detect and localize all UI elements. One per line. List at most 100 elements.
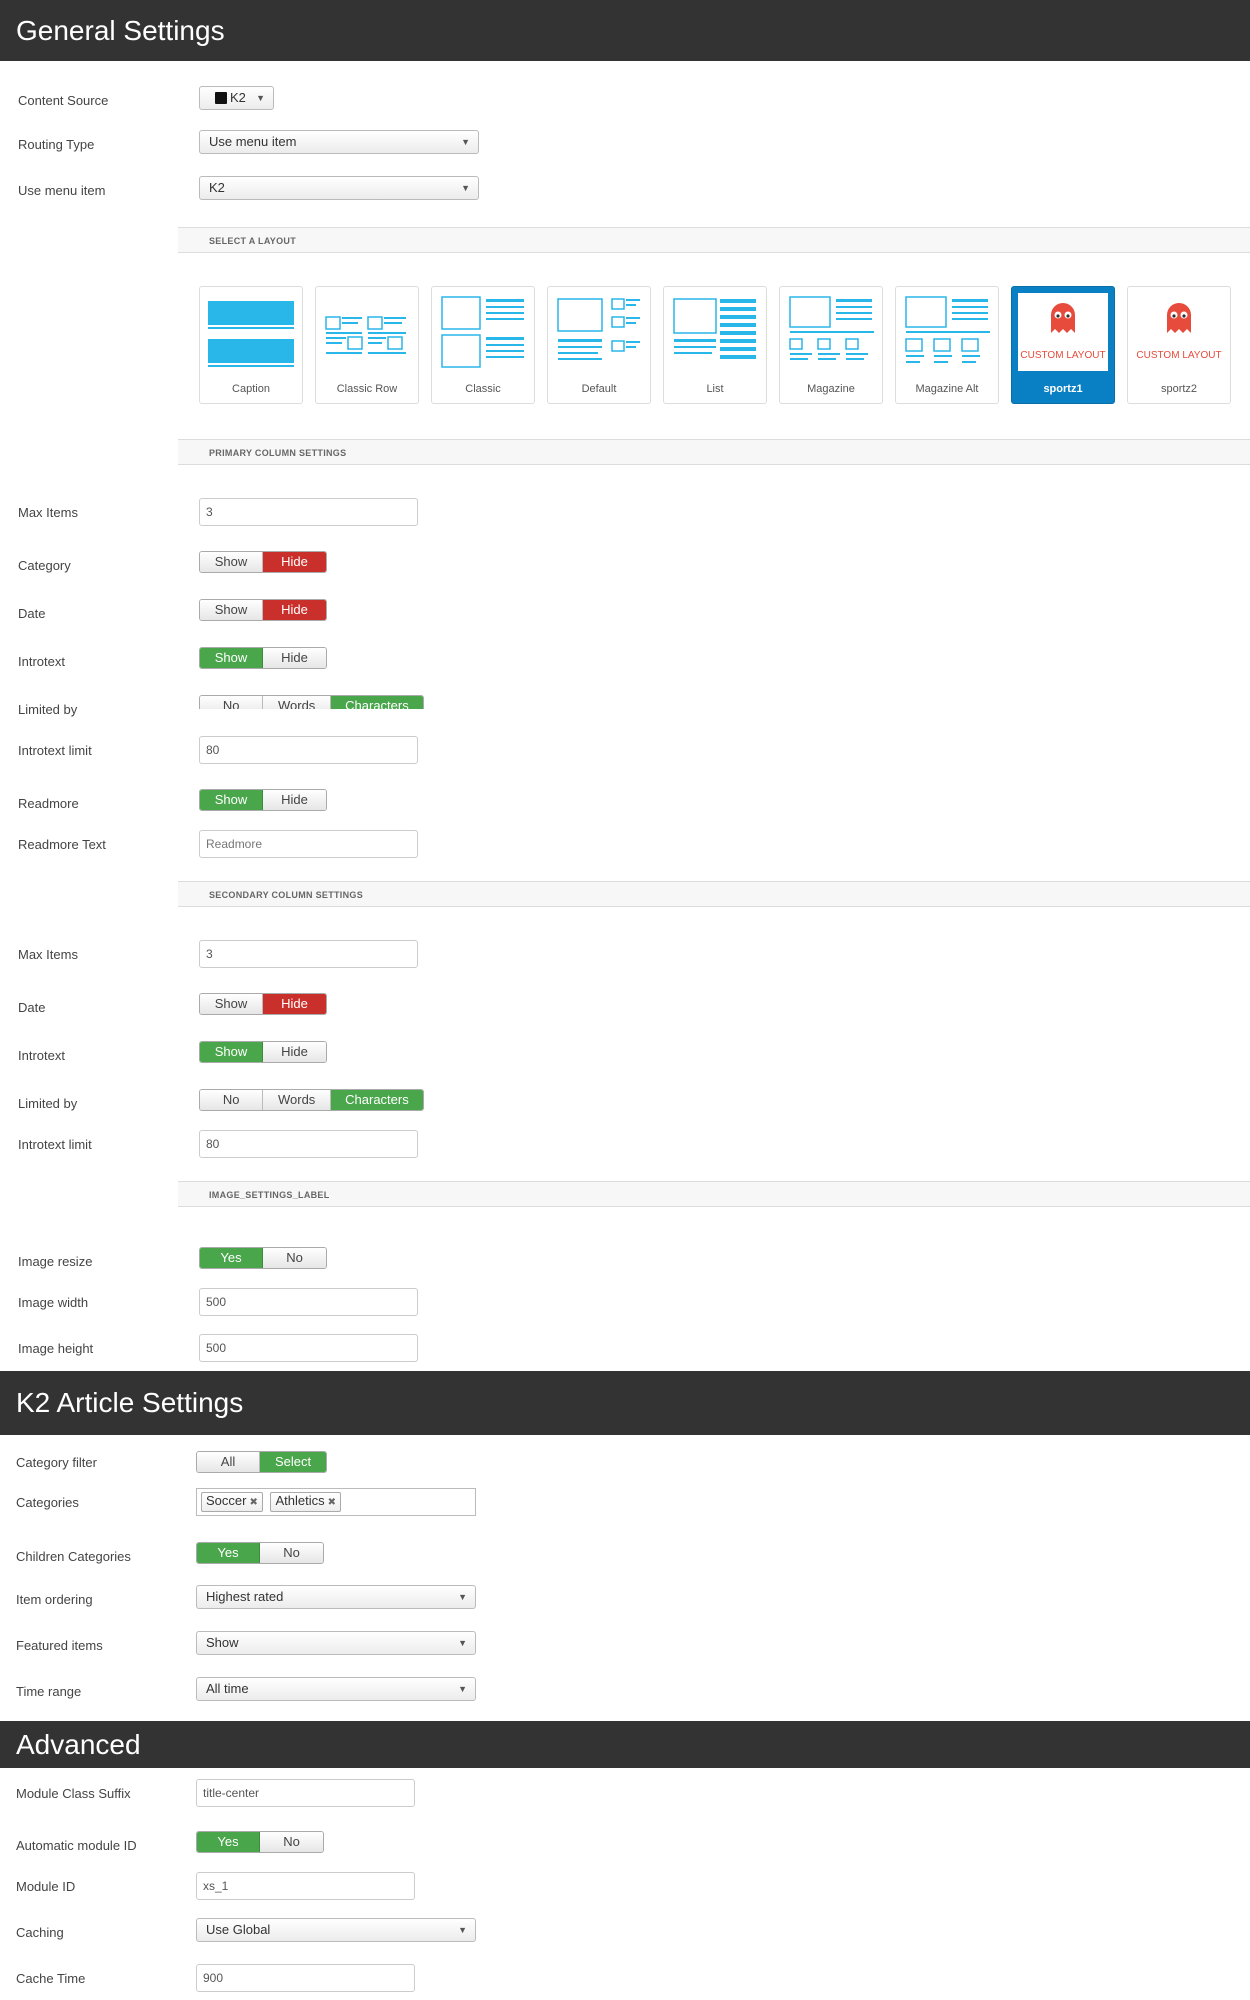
words-button[interactable]: Words	[263, 1090, 331, 1110]
layout-card-caption[interactable]: Caption	[199, 286, 303, 404]
primary-date-row: Date Show Hide	[0, 599, 1250, 629]
chevron-down-icon: ▼	[256, 93, 265, 103]
date-toggle: Show Hide	[199, 599, 327, 621]
hide-button[interactable]: Hide	[263, 790, 326, 810]
no-button[interactable]: No	[200, 696, 264, 709]
content-source-select[interactable]: K2 ▼	[199, 86, 274, 110]
layout-card-classic[interactable]: Classic	[431, 286, 535, 404]
primary-column-heading: PRIMARY COLUMN SETTINGS	[178, 439, 1250, 465]
time-range-select[interactable]: All time ▼	[196, 1677, 476, 1701]
chevron-down-icon: ▼	[458, 1925, 467, 1935]
show-button[interactable]: Show	[200, 790, 264, 810]
image-width-label: Image width	[18, 1295, 89, 1310]
children-categories-row: Children Categories Yes No	[0, 1542, 1250, 1572]
hide-button[interactable]: Hide	[263, 600, 326, 620]
introtext-limit-input[interactable]: 80	[199, 736, 418, 764]
primary-introtext-row: Introtext Show Hide	[0, 647, 1250, 677]
remove-tag-icon[interactable]: ✖	[328, 1497, 336, 1508]
secondary-introtext-limit-row: Introtext limit 80	[0, 1130, 1250, 1160]
max-items-input[interactable]: 3	[199, 498, 418, 526]
hide-button[interactable]: Hide	[263, 994, 326, 1014]
image-resize-row: Image resize Yes No	[0, 1247, 1250, 1277]
categories-multiselect[interactable]: Soccer ✖ Athletics ✖	[196, 1488, 476, 1516]
introtext-toggle: Show Hide	[199, 1041, 327, 1063]
characters-button[interactable]: Characters	[330, 1090, 423, 1110]
cache-time-input[interactable]: 900	[196, 1964, 415, 1992]
categories-row: Categories Soccer ✖ Athletics ✖	[0, 1488, 1250, 1518]
ghost-icon	[1051, 303, 1075, 333]
show-button[interactable]: Show	[200, 994, 264, 1014]
yes-button[interactable]: Yes	[197, 1832, 261, 1852]
layout-card-list[interactable]: List	[663, 286, 767, 404]
max-items-input[interactable]: 3	[199, 940, 418, 968]
hide-button[interactable]: Hide	[263, 552, 326, 572]
chevron-down-icon: ▼	[461, 183, 470, 193]
introtext-label: Introtext	[18, 1048, 65, 1063]
hide-button[interactable]: Hide	[263, 1042, 326, 1062]
introtext-limit-input[interactable]: 80	[199, 1130, 418, 1158]
featured-items-select[interactable]: Show ▼	[196, 1631, 476, 1655]
image-height-row: Image height 500	[0, 1334, 1250, 1364]
category-filter-toggle: All Select	[196, 1451, 327, 1473]
limited-by-toggle: No Words Characters	[199, 1089, 424, 1111]
secondary-limited-by-row: Limited by No Words Characters	[0, 1089, 1250, 1119]
cache-time-row: Cache Time 900	[0, 1964, 1250, 1994]
use-menu-item-select[interactable]: K2 ▼	[199, 176, 479, 200]
layout-card-sportz1[interactable]: CUSTOM LAYOUT sportz1	[1011, 286, 1115, 404]
no-button[interactable]: No	[263, 1248, 326, 1268]
show-button[interactable]: Show	[200, 1042, 264, 1062]
show-button[interactable]: Show	[200, 552, 264, 572]
secondary-date-row: Date Show Hide	[0, 993, 1250, 1023]
content-source-row: Content Source K2 ▼	[0, 86, 1250, 116]
yes-button[interactable]: Yes	[200, 1248, 264, 1268]
show-button[interactable]: Show	[200, 600, 264, 620]
module-id-label: Module ID	[16, 1879, 76, 1894]
introtext-toggle: Show Hide	[199, 647, 327, 669]
chevron-down-icon: ▼	[458, 1592, 467, 1602]
hide-button[interactable]: Hide	[263, 648, 326, 668]
readmore-toggle: Show Hide	[199, 789, 327, 811]
layout-card-sportz2[interactable]: CUSTOM LAYOUT sportz2	[1127, 286, 1231, 404]
words-button[interactable]: Words	[263, 696, 331, 709]
classic-row-layout-icon	[325, 316, 406, 354]
remove-tag-icon[interactable]: ✖	[249, 1497, 257, 1508]
show-button[interactable]: Show	[200, 648, 264, 668]
default-layout-icon	[557, 298, 640, 360]
layout-card-magazine-alt[interactable]: Magazine Alt	[895, 286, 999, 404]
date-label: Date	[18, 606, 46, 621]
general-settings-header: General Settings	[0, 0, 1250, 61]
all-button[interactable]: All	[197, 1452, 261, 1472]
item-ordering-label: Item ordering	[16, 1592, 93, 1607]
children-categories-label: Children Categories	[16, 1549, 131, 1564]
characters-button[interactable]: Characters	[330, 696, 423, 709]
introtext-limit-label: Introtext limit	[18, 1137, 92, 1152]
readmore-text-label: Readmore Text	[18, 837, 106, 852]
layout-card-magazine[interactable]: Magazine	[779, 286, 883, 404]
module-class-suffix-input[interactable]: title-center	[196, 1779, 415, 1807]
no-button[interactable]: No	[260, 1543, 323, 1563]
primary-readmore-text-row: Readmore Text Readmore	[0, 830, 1250, 860]
k2-icon	[215, 92, 227, 104]
categories-label: Categories	[16, 1495, 79, 1510]
image-width-row: Image width 500	[0, 1288, 1250, 1318]
routing-type-select[interactable]: Use menu item ▼	[199, 130, 479, 154]
no-button[interactable]: No	[200, 1090, 264, 1110]
image-height-input[interactable]: 500	[199, 1334, 418, 1362]
select-layout-heading: SELECT A LAYOUT	[178, 227, 1250, 253]
layout-card-default[interactable]: Default	[547, 286, 651, 404]
item-ordering-row: Item ordering Highest rated ▼	[0, 1585, 1250, 1615]
caching-select[interactable]: Use Global ▼	[196, 1918, 476, 1942]
image-resize-toggle: Yes No	[199, 1247, 327, 1269]
automatic-module-id-toggle: Yes No	[196, 1831, 324, 1853]
select-button[interactable]: Select	[260, 1452, 326, 1472]
date-toggle: Show Hide	[199, 993, 327, 1015]
layout-card-classic-row[interactable]: Classic Row	[315, 286, 419, 404]
yes-button[interactable]: Yes	[197, 1543, 261, 1563]
list-layout-icon	[673, 298, 756, 359]
category-tag: Soccer ✖	[201, 1492, 263, 1512]
no-button[interactable]: No	[260, 1832, 323, 1852]
module-id-input[interactable]: xs_1	[196, 1872, 415, 1900]
item-ordering-select[interactable]: Highest rated ▼	[196, 1585, 476, 1609]
image-width-input[interactable]: 500	[199, 1288, 418, 1316]
readmore-text-input[interactable]: Readmore	[199, 830, 418, 858]
